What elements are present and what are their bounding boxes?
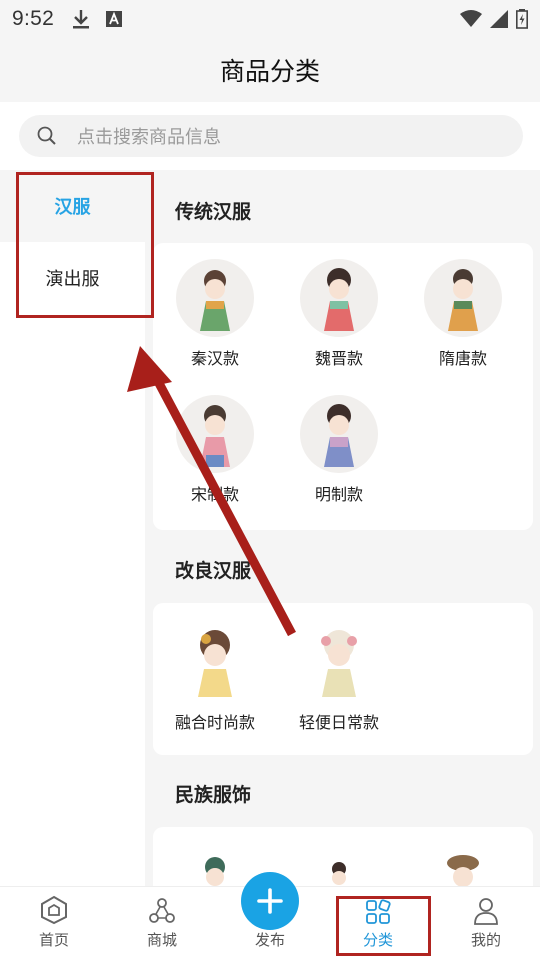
search-bar: 点击搜索商品信息	[0, 102, 540, 170]
nav-label: 发布	[254, 931, 285, 949]
product-item[interactable]: 隋唐款	[401, 259, 525, 369]
category-content: 传统汉服 秦汉款 魏晋款 隋唐款 宋制款 明制款 改良汉服 融合时尚款 轻便日常…	[145, 170, 540, 886]
product-image	[176, 395, 254, 473]
search-placeholder: 点击搜索商品信息	[77, 127, 221, 148]
product-item[interactable]: 融合时尚款	[153, 623, 277, 733]
nav-label: 首页	[38, 931, 69, 949]
product-image	[300, 259, 378, 337]
product-item[interactable]: 明制款	[277, 395, 401, 505]
search-input[interactable]: 点击搜索商品信息	[19, 115, 523, 157]
product-item[interactable]: 宋制款	[153, 395, 277, 505]
mall-icon	[149, 898, 175, 923]
product-image	[176, 623, 254, 701]
product-item[interactable]	[401, 847, 525, 886]
nav-profile[interactable]: 我的	[432, 887, 540, 960]
product-image	[300, 623, 378, 701]
product-name: 轻便日常款	[298, 713, 379, 732]
text-a-icon	[106, 11, 123, 27]
nav-label: 商城	[146, 931, 177, 949]
product-item[interactable]: 轻便日常款	[277, 623, 401, 733]
nav-home[interactable]: 首页	[0, 887, 108, 960]
battery-icon	[516, 9, 528, 29]
status-bar: 9:52	[0, 0, 540, 38]
product-image	[300, 395, 378, 473]
product-name: 隋唐款	[438, 349, 487, 368]
home-icon	[41, 895, 67, 925]
product-item[interactable]: 魏晋款	[277, 259, 401, 369]
plus-icon	[257, 888, 283, 914]
signal-icon	[490, 10, 508, 28]
product-name: 宋制款	[190, 485, 239, 504]
section-card	[153, 827, 533, 886]
product-image	[176, 259, 254, 337]
search-icon	[37, 126, 56, 145]
product-name: 魏晋款	[314, 349, 363, 368]
product-image	[332, 862, 346, 885]
product-name: 融合时尚款	[174, 713, 255, 732]
page-header: 商品分类	[0, 38, 540, 102]
nav-label: 我的	[470, 931, 501, 949]
wifi-icon	[460, 10, 482, 27]
section-title: 民族服饰	[175, 784, 252, 806]
annotation-box-sidebar	[16, 172, 154, 318]
page-title: 商品分类	[219, 57, 320, 86]
product-item[interactable]: 秦汉款	[153, 259, 277, 369]
download-icon	[73, 10, 90, 29]
product-name: 明制款	[314, 485, 363, 504]
product-item[interactable]	[277, 847, 401, 886]
publish-button[interactable]	[241, 872, 299, 930]
section-title: 传统汉服	[175, 201, 252, 223]
product-name: 秦汉款	[190, 349, 239, 368]
product-image	[447, 855, 479, 886]
section-title: 改良汉服	[175, 560, 252, 582]
status-time: 9:52	[12, 7, 55, 30]
nav-mall[interactable]: 商城	[108, 887, 216, 960]
product-image	[424, 259, 502, 337]
annotation-box-category-tab	[336, 896, 431, 956]
section-card: 秦汉款 魏晋款 隋唐款 宋制款 明制款	[153, 243, 533, 530]
section-card: 融合时尚款 轻便日常款	[153, 603, 533, 755]
profile-icon	[474, 898, 498, 925]
